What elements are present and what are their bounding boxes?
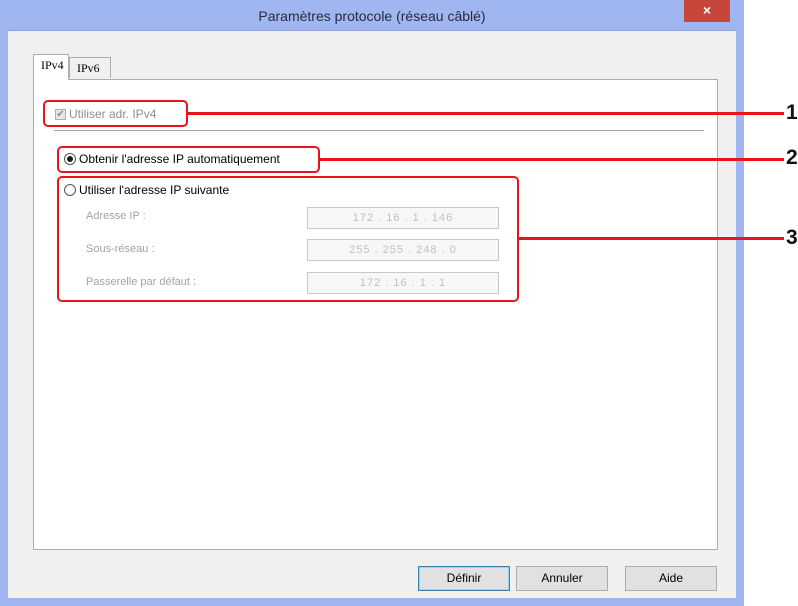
dialog-window: Paramètres protocole (réseau câblé) × IP…	[0, 0, 744, 606]
window-frame-right	[736, 30, 744, 606]
tab-ipv4[interactable]: IPv4	[33, 54, 69, 80]
title-bar[interactable]: Paramètres protocole (réseau câblé) ×	[0, 0, 744, 31]
help-button[interactable]: Aide	[625, 566, 717, 591]
callout-1: 1	[786, 101, 798, 124]
highlight-box-1	[43, 100, 188, 127]
leader-line-1	[187, 112, 784, 115]
tab-ipv6[interactable]: IPv6	[69, 57, 111, 78]
highlight-box-3	[57, 176, 519, 302]
window-frame-left	[0, 30, 8, 606]
callout-2: 2	[786, 146, 798, 169]
close-icon: ×	[702, 2, 712, 18]
leader-line-3	[518, 237, 784, 240]
callout-3: 3	[786, 226, 798, 249]
highlight-box-2	[57, 146, 320, 173]
close-button[interactable]: ×	[684, 0, 730, 22]
window-title: Paramètres protocole (réseau câblé)	[258, 8, 486, 24]
leader-line-2	[319, 158, 784, 161]
define-button[interactable]: Définir	[418, 566, 510, 591]
cancel-button[interactable]: Annuler	[516, 566, 608, 591]
separator	[54, 130, 704, 131]
window-frame-bottom	[0, 598, 744, 606]
